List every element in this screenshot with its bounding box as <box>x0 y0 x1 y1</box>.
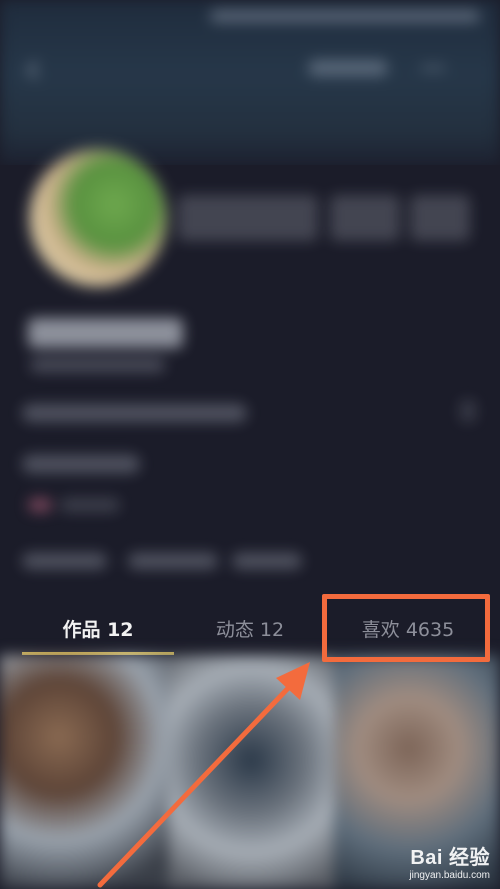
message-button[interactable] <box>330 195 400 241</box>
more-icon[interactable] <box>420 55 446 81</box>
status-bar <box>210 10 480 22</box>
followers-count-stat[interactable] <box>232 553 302 569</box>
highlight-box-annotation <box>322 594 490 662</box>
follow-button[interactable] <box>178 195 318 241</box>
age-location-tag <box>60 498 120 512</box>
user-nickname <box>28 318 183 348</box>
video-thumbnail[interactable] <box>0 655 168 889</box>
avatar[interactable] <box>30 150 166 286</box>
profile-header-banner <box>0 0 500 165</box>
profile-screen: 作品 12 动态 12 喜欢 4635 Bai 经验 jingyan.baidu… <box>0 0 500 889</box>
header-action-button[interactable] <box>308 60 388 76</box>
watermark-brand: Bai 经验 <box>410 847 490 869</box>
following-count-stat[interactable] <box>128 553 218 569</box>
back-arrow-icon[interactable] <box>22 58 46 82</box>
expand-signature-icon[interactable] <box>460 400 476 422</box>
watermark-url: jingyan.baidu.com <box>409 870 490 881</box>
user-signature <box>22 404 247 422</box>
video-thumbnail[interactable] <box>168 655 334 889</box>
likes-count-stat[interactable] <box>22 553 107 569</box>
tab-works[interactable]: 作品 12 <box>22 598 174 658</box>
tab-dynamic[interactable]: 动态 12 <box>174 598 326 658</box>
user-tag-row <box>22 455 140 473</box>
baidu-jingyan-watermark: Bai 经验 jingyan.baidu.com <box>409 841 490 881</box>
gender-tag <box>28 498 52 512</box>
user-id <box>30 358 165 372</box>
profile-more-button[interactable] <box>410 195 470 241</box>
